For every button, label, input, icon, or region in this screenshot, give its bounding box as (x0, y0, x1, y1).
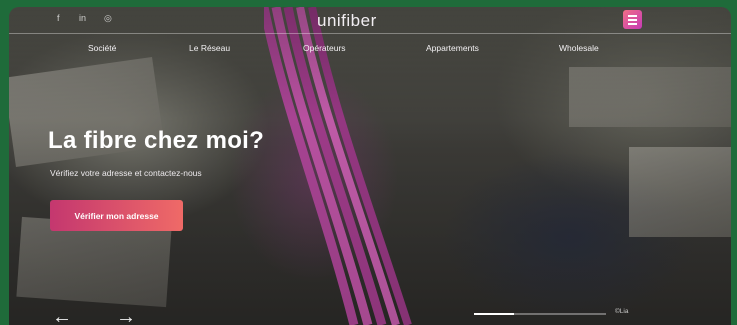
hero-subtitle: Vérifiez votre adresse et contactez-nous (50, 168, 202, 178)
image-overlay (9, 7, 731, 325)
nav-item-appartements[interactable]: Appartements (426, 43, 479, 53)
nav-divider (9, 33, 731, 34)
photo-credit: ©Lia (615, 308, 629, 315)
check-address-button[interactable]: Vérifier mon adresse (50, 200, 183, 231)
slide-progress (474, 313, 606, 315)
hamburger-icon (628, 23, 637, 25)
facebook-icon[interactable]: f (57, 13, 60, 23)
arrow-left-icon[interactable]: ← (52, 307, 72, 325)
slide-progress-fill (474, 313, 514, 315)
hamburger-icon (628, 19, 637, 21)
brand-logo[interactable]: unifiber (317, 11, 377, 31)
arrow-right-icon[interactable]: → (116, 307, 136, 325)
hero-title: La fibre chez moi? (48, 127, 265, 154)
menu-button[interactable] (623, 10, 642, 29)
nav-item-societe[interactable]: Société (88, 43, 116, 53)
instagram-icon[interactable]: ◎ (104, 13, 112, 24)
linkedin-icon[interactable]: in (79, 13, 86, 23)
nav-item-wholesale[interactable]: Wholesale (559, 43, 599, 53)
nav-item-reseau[interactable]: Le Réseau (189, 43, 230, 53)
nav-item-operateurs[interactable]: Opérateurs (303, 43, 346, 53)
hamburger-icon (628, 15, 637, 17)
top-bar: f in ◎ unifiber (9, 7, 731, 33)
hero-banner: f in ◎ unifiber Société Le Réseau Opérat… (9, 7, 731, 325)
